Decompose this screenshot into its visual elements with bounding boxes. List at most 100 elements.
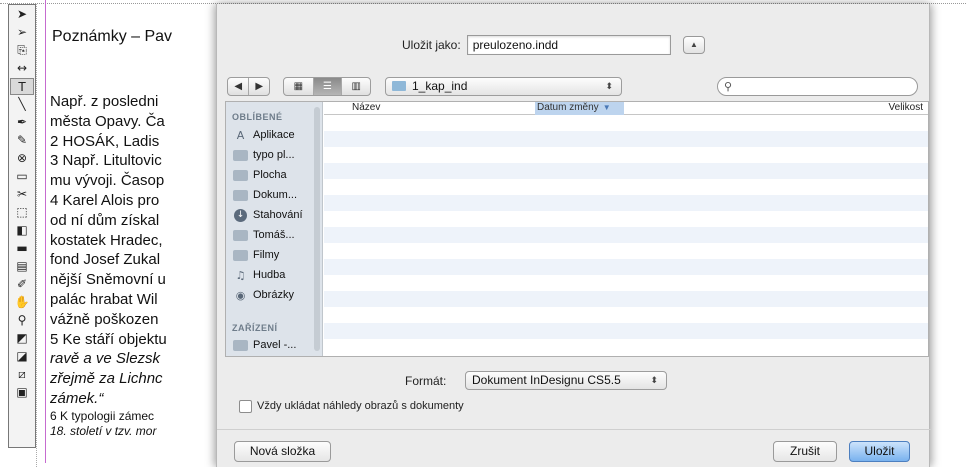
fill-stroke-icon[interactable]: ◩ — [10, 330, 34, 347]
sidebar-item-label: typo pl... — [253, 149, 295, 161]
empty-row — [324, 163, 928, 179]
view-mode-icon[interactable]: ▣ — [10, 384, 34, 401]
divider — [217, 429, 931, 430]
document-text-line: kostatek Hradec, — [50, 231, 163, 249]
empty-row — [324, 179, 928, 195]
format-select[interactable]: Dokument InDesignu CS5.5 ⬍ — [465, 371, 667, 390]
document-text-line: Např. z posledni — [50, 93, 159, 110]
sidebar-item-label: Tomáš... — [253, 229, 295, 241]
hand-tool-icon[interactable]: ✋ — [10, 294, 34, 311]
downloads-icon: ↓ — [234, 208, 247, 222]
column-headers: Název Datum změny ▼ Velikost — [324, 102, 928, 115]
document-text-line: palác hrabat Wil — [50, 290, 158, 308]
direct-selection-icon[interactable]: ➢ — [10, 24, 34, 41]
pencil-tool-icon[interactable]: ✎ — [10, 132, 34, 149]
apply-none-icon[interactable]: ⧄ — [10, 366, 34, 383]
search-icon: ⚲ — [724, 81, 733, 93]
document-text-line: ravě a ve Slezsk — [50, 350, 161, 368]
file-browser: OBLÍBENÉ A Aplikace typo pl... Plocha Dokum.… — [225, 101, 929, 357]
document-text-line: fond Josef Zukal — [50, 251, 161, 269]
empty-row — [324, 259, 928, 275]
gap-tool-icon[interactable]: ↔ — [10, 60, 34, 77]
rectangle-frame-icon[interactable]: ⊗ — [10, 150, 34, 167]
sidebar: OBLÍBENÉ A Aplikace typo pl... Plocha Dokum.… — [226, 102, 323, 356]
empty-row — [324, 131, 928, 147]
gradient-swatch-icon[interactable]: ◧ — [10, 222, 34, 239]
sidebar-item[interactable]: ♫ Hudba — [233, 265, 286, 285]
selection-arrow-icon[interactable]: ➤ — [10, 6, 34, 23]
zoom-tool-icon[interactable]: ⚲ — [10, 312, 34, 329]
list-view-button[interactable]: ☰ — [312, 78, 342, 95]
default-colors-icon[interactable]: ◪ — [10, 348, 34, 365]
file-list[interactable]: Název Datum změny ▼ Velikost — [324, 102, 928, 356]
type-tool-icon[interactable]: T — [10, 78, 34, 95]
icon-view-button[interactable]: ▦ — [284, 78, 313, 95]
document-heading[interactable]: Poznámky – Pav — [52, 28, 172, 46]
document-text-line: 18. století v tzv. mor — [50, 423, 157, 438]
sidebar-item-label: Obrázky — [253, 289, 294, 301]
computer-icon — [233, 339, 248, 351]
save-button[interactable]: Uložit — [849, 441, 910, 462]
sidebar-item[interactable]: Dokum... — [233, 185, 297, 205]
document-text-frame[interactable]: Např. z posledni města Opavy. Ča 2 HOSÁK, … — [50, 92, 230, 439]
sidebar-item[interactable]: A Aplikace — [233, 125, 295, 145]
applications-icon: A — [236, 128, 245, 142]
empty-row — [324, 291, 928, 307]
desktop-icon — [233, 169, 248, 181]
column-header-name[interactable]: Název — [352, 102, 380, 113]
gradient-feather-icon[interactable]: ▬ — [10, 240, 34, 257]
document-text-line: nější Sněmovní u — [50, 271, 166, 289]
toolbox-panel: ➤ ➢ ⎘ ↔ T ╲ ✒ ✎ ⊗ ▭ ✂ ⬚ ◧ ▬ ▤ ✐ ✋ ⚲ ◩ ◪ ⧄ ▣ — [8, 4, 36, 448]
location-popup[interactable]: 1_kap_ind ⬍ — [385, 77, 622, 96]
pen-tool-icon[interactable]: ✒ — [10, 114, 34, 131]
filename-input[interactable] — [466, 35, 671, 55]
column-header-size[interactable]: Velikost — [889, 102, 923, 113]
save-as-label: Uložit jako: — [402, 38, 461, 52]
note-tool-icon[interactable]: ▤ — [10, 258, 34, 275]
cancel-button[interactable]: Zrušit — [773, 441, 837, 462]
sidebar-item-label: Dokum... — [253, 189, 298, 201]
search-input[interactable]: ⚲ — [717, 77, 918, 96]
sidebar-item[interactable]: Pavel -... — [233, 335, 296, 355]
sidebar-item-label: Aplikace — [253, 129, 295, 141]
sidebar-item[interactable]: ◉ Obrázky — [233, 285, 294, 305]
empty-row — [324, 339, 928, 355]
scissors-tool-icon[interactable]: ✂ — [10, 186, 34, 203]
document-text-line: 6 K typologii zámec — [50, 408, 155, 423]
location-label: 1_kap_ind — [412, 79, 468, 93]
column-header-date-label: Datum změny — [537, 102, 599, 113]
chevron-up-icon: ▲ — [690, 40, 698, 49]
folder-icon — [233, 149, 248, 161]
empty-row — [324, 211, 928, 227]
pictures-icon: ◉ — [235, 288, 246, 302]
sidebar-scrollbar[interactable] — [314, 107, 320, 351]
free-transform-icon[interactable]: ⬚ — [10, 204, 34, 221]
document-text-line: vážně poškozen — [50, 310, 159, 328]
back-button[interactable]: ◀ — [228, 78, 248, 95]
expand-dialog-button[interactable]: ▲ — [683, 36, 705, 54]
document-text-line: zřejmě za Lichnc — [50, 370, 163, 388]
line-tool-icon[interactable]: ╲ — [10, 96, 34, 113]
column-view-button[interactable]: ▥ — [341, 78, 370, 95]
sidebar-item-label: Hudba — [253, 269, 286, 281]
save-dialog: Uložit jako: ▲ ◀ ▶ ▦ ☰ ▥ 1_kap_ind ⬍ ⚲ O… — [216, 4, 931, 467]
save-as-row: Uložit jako: — [402, 34, 671, 56]
eyedropper-icon[interactable]: ✐ — [10, 276, 34, 293]
sidebar-item-label: Plocha — [253, 169, 287, 181]
sidebar-item[interactable]: Plocha — [233, 165, 287, 185]
new-folder-button[interactable]: Nová složka — [234, 441, 331, 462]
sidebar-item[interactable]: Filmy — [233, 245, 279, 265]
preview-checkbox-label[interactable]: Vždy ukládat náhledy obrazů s dokumenty — [257, 400, 464, 412]
back-forward-control: ◀ ▶ — [227, 77, 270, 96]
sidebar-item[interactable]: typo pl... — [233, 145, 295, 165]
sidebar-item[interactable]: ↓ Stahování — [233, 205, 303, 225]
folder-icon — [392, 81, 406, 91]
page-tool-icon[interactable]: ⎘ — [10, 42, 34, 59]
preview-checkbox[interactable] — [239, 399, 252, 413]
sidebar-item[interactable]: Tomáš... — [233, 225, 295, 245]
documents-icon — [233, 189, 248, 201]
sidebar-item-label: Stahování — [253, 209, 303, 221]
rectangle-tool-icon[interactable]: ▭ — [10, 168, 34, 185]
column-header-date[interactable]: Datum změny ▼ — [535, 102, 624, 115]
forward-button[interactable]: ▶ — [248, 78, 269, 95]
